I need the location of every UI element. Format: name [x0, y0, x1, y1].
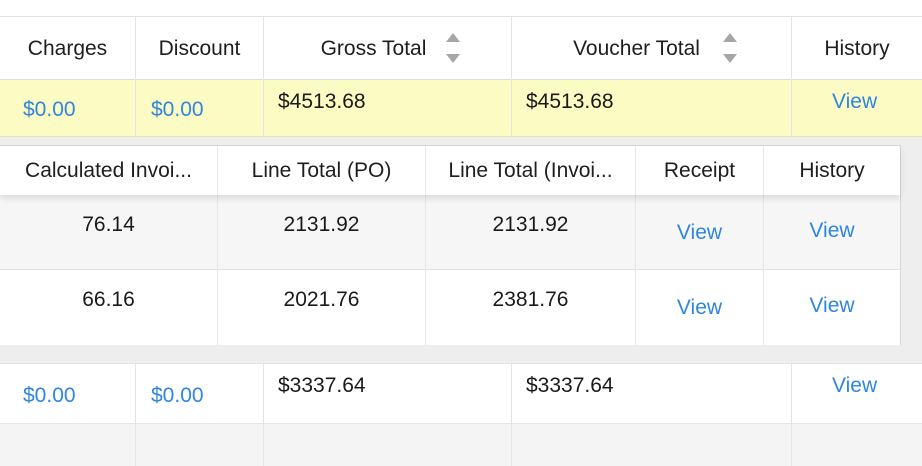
line-total-po-value: 2021.76 [283, 288, 360, 311]
receipt-cell: View [636, 270, 764, 345]
line-total-invoice-value: 2131.92 [492, 213, 569, 236]
column-header-label: Voucher Total [573, 36, 700, 60]
charges-link[interactable]: $0.00 [23, 384, 76, 408]
table-row: 66.16 2021.76 2381.76 View View [0, 270, 900, 345]
calculated-invoice-cell: 76.14 [0, 195, 218, 269]
voucher-total-value: $3337.64 [526, 374, 614, 397]
column-header-label: Line Total (Invoi... [448, 158, 613, 182]
charges-cell: $0.00 [0, 364, 136, 423]
column-header-label: History [824, 36, 890, 60]
inner-history-cell: View [764, 195, 900, 269]
discount-link[interactable]: $0.00 [151, 384, 204, 408]
line-total-invoice-value: 2381.76 [492, 288, 569, 311]
sort-icon[interactable] [723, 33, 737, 63]
receipt-cell: View [636, 195, 764, 269]
history-view-link[interactable]: View [764, 294, 900, 318]
history-cell: View [792, 364, 922, 423]
column-header-line-total-po[interactable]: Line Total (PO) [218, 146, 426, 195]
table-row[interactable]: $0.00 $0.00 $3337.64 $3337.64 View [0, 363, 922, 424]
empty-cell [0, 424, 136, 466]
discount-cell: $0.00 [136, 364, 264, 423]
line-total-invoice-cell: 2381.76 [426, 270, 636, 345]
line-total-po-cell: 2131.92 [218, 195, 426, 269]
sort-icon[interactable] [446, 33, 460, 63]
history-cell: View [792, 80, 922, 136]
voucher-total-cell: $3337.64 [512, 364, 792, 423]
charges-link[interactable]: $0.00 [23, 98, 76, 122]
gross-total-value: $4513.68 [278, 90, 366, 113]
column-header-charges[interactable]: Charges [0, 17, 136, 80]
voucher-total-value: $4513.68 [526, 90, 614, 113]
column-header-label: Receipt [663, 158, 736, 182]
history-view-link[interactable]: View [832, 374, 877, 398]
column-header-label: History [799, 158, 865, 182]
column-header-voucher-total[interactable]: Voucher Total [512, 17, 792, 80]
calculated-invoice-value: 66.16 [82, 288, 135, 311]
inner-table-header: Calculated Invoi... Line Total (PO) Line… [0, 146, 900, 195]
line-total-invoice-cell: 2131.92 [426, 195, 636, 269]
charges-cell: $0.00 [0, 80, 136, 136]
column-header-gross-total[interactable]: Gross Total [264, 17, 512, 80]
table-row: 76.14 2131.92 2131.92 View View [0, 195, 900, 270]
voucher-total-cell: $4513.68 [512, 80, 792, 136]
column-header-label: Discount [158, 36, 241, 60]
table-row-partial [0, 424, 922, 466]
column-header-calculated-invoice[interactable]: Calculated Invoi... [0, 146, 218, 195]
line-total-po-cell: 2021.76 [218, 270, 426, 345]
receipt-view-link[interactable]: View [636, 296, 763, 320]
history-view-link[interactable]: View [832, 90, 877, 114]
discount-cell: $0.00 [136, 80, 264, 136]
table-row-selected[interactable]: $0.00 $0.00 $4513.68 $4513.68 View [0, 80, 922, 137]
column-header-receipt[interactable]: Receipt [636, 146, 764, 195]
calculated-invoice-value: 76.14 [82, 213, 135, 236]
history-view-link[interactable]: View [764, 219, 900, 243]
line-total-po-value: 2131.92 [283, 213, 360, 236]
column-header-history[interactable]: History [792, 17, 922, 80]
column-header-label: Gross Total [320, 36, 427, 60]
column-header-label: Line Total (PO) [251, 158, 392, 182]
discount-link[interactable]: $0.00 [151, 98, 204, 122]
outer-table-header: Charges Discount Gross Total Voucher Tot… [0, 17, 922, 80]
gross-total-cell: $3337.64 [264, 364, 512, 423]
empty-cell [512, 424, 792, 466]
empty-cell [264, 424, 512, 466]
empty-cell [136, 424, 264, 466]
gross-total-cell: $4513.68 [264, 80, 512, 136]
inner-line-items-table: Calculated Invoi... Line Total (PO) Line… [0, 145, 901, 345]
inner-history-cell: View [764, 270, 900, 345]
calculated-invoice-cell: 66.16 [0, 270, 218, 345]
column-header-discount[interactable]: Discount [136, 17, 264, 80]
column-header-line-total-invoice[interactable]: Line Total (Invoi... [426, 146, 636, 195]
column-header-label: Charges [27, 36, 108, 60]
column-header-inner-history[interactable]: History [764, 146, 900, 195]
receipt-view-link[interactable]: View [636, 221, 763, 245]
gross-total-value: $3337.64 [278, 374, 366, 397]
empty-cell [792, 424, 922, 466]
column-header-label: Calculated Invoi... [25, 158, 192, 182]
